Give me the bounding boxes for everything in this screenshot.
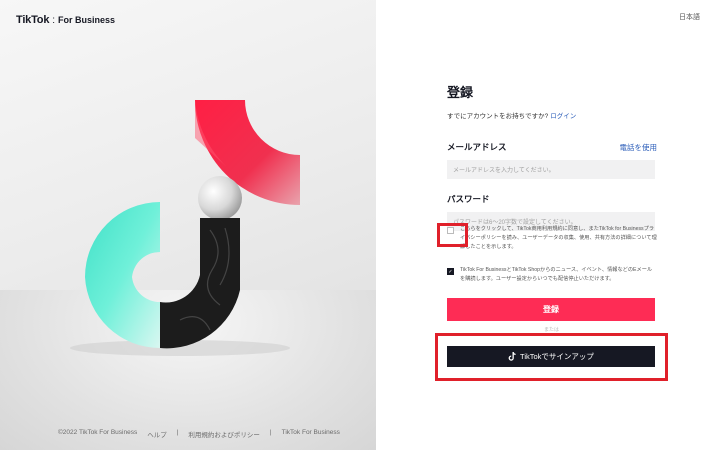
newsletter-consent-row: ✓ TikTok For BusinessとTikTok Shopからのニュース…: [447, 266, 657, 284]
tiktok-note-icon: [508, 352, 516, 361]
logo-sub-text: For Business: [58, 15, 116, 25]
footer-terms-link[interactable]: 利用規約およびポリシー: [188, 429, 260, 439]
signup-form: 登録 すでにアカウントをお持ちですか? ログイン メールアドレス 電話を使用 メー…: [447, 82, 657, 231]
footer-help-link[interactable]: ヘルプ: [147, 429, 167, 439]
email-label: メールアドレス: [447, 142, 507, 152]
newsletter-text: TikTok For BusinessとTikTok Shopからのニュース、イ…: [460, 267, 653, 282]
signup-button[interactable]: 登録: [447, 298, 655, 321]
tiktok-signup-label: TikTokでサインアップ: [520, 352, 594, 361]
footer-separator: |: [176, 429, 179, 436]
terms-text: こちらをクリックして、TikTok商用利用規約に同意し、またTikTok for…: [460, 226, 657, 250]
ball: [198, 176, 242, 220]
or-divider: または: [544, 327, 560, 333]
footer: ©2022 TikTok For Business ヘルプ | 利用規約およびポ…: [58, 429, 340, 439]
have-account-text: すでにアカウントをお持ちですか?: [447, 113, 549, 120]
password-label: パスワード: [447, 194, 490, 204]
footer-brand-link[interactable]: TikTok For Business: [282, 429, 340, 439]
email-field[interactable]: メールアドレスを入力してください。: [447, 160, 655, 179]
terms-consent-row: こちらをクリックして、TikTok商用利用規約に同意し、またTikTok for…: [447, 225, 657, 252]
tiktok-3d-logo-illustration: [70, 100, 300, 356]
use-phone-link[interactable]: 電話を使用: [620, 142, 658, 153]
hero-panel: TikTok : For Business ©2022 TikTok For B…: [0, 0, 376, 450]
password-label-row: パスワード: [447, 193, 657, 205]
login-link[interactable]: ログイン: [550, 113, 576, 120]
brand-logo[interactable]: TikTok : For Business: [16, 14, 115, 26]
page-title: 登録: [447, 85, 474, 100]
email-label-row: メールアドレス 電話を使用: [447, 141, 657, 153]
tiktok-signup-button[interactable]: TikTokでサインアップ: [447, 346, 655, 367]
newsletter-checkbox[interactable]: ✓: [447, 268, 454, 275]
teal-arc-front: [85, 202, 160, 349]
email-placeholder: メールアドレスを入力してください。: [453, 168, 555, 174]
terms-checkbox[interactable]: [447, 227, 454, 234]
have-account-line: すでにアカウントをお持ちですか? ログイン: [447, 110, 657, 120]
logo-main-text: TikTok: [16, 14, 50, 26]
logo-separator-icon: :: [52, 14, 56, 26]
language-selector[interactable]: 日本語: [679, 12, 700, 22]
footer-separator: |: [269, 429, 272, 436]
footer-copyright: ©2022 TikTok For Business: [58, 429, 138, 436]
